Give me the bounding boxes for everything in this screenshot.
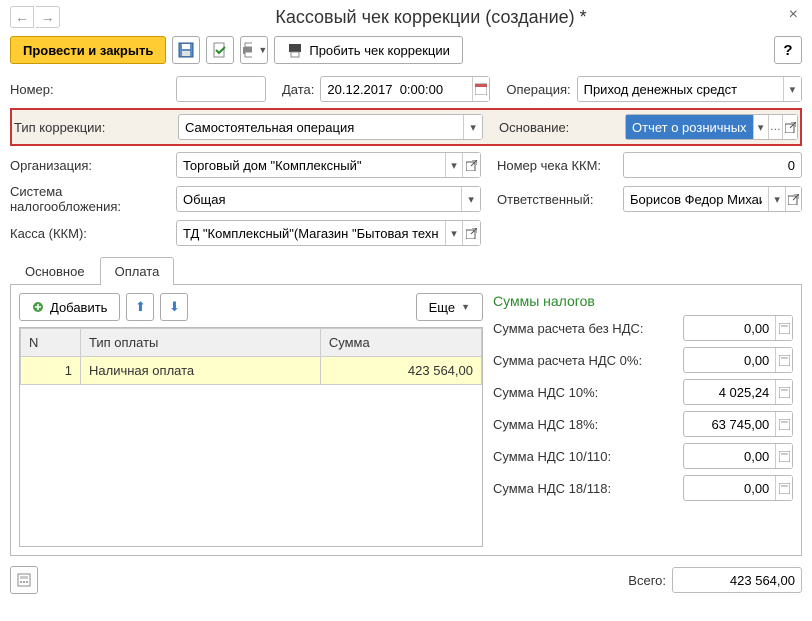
dropdown-icon: ▼ <box>461 302 470 312</box>
date-input[interactable] <box>320 76 490 102</box>
tax-label: Сумма НДС 18/118: <box>493 481 679 496</box>
responsible-select[interactable]: ▾ <box>623 186 802 212</box>
plus-icon <box>32 301 44 313</box>
post-button[interactable] <box>206 36 234 64</box>
open-icon[interactable] <box>782 115 797 139</box>
correction-type-select[interactable]: ▾ <box>178 114 483 140</box>
date-label: Дата: <box>282 82 314 97</box>
taxes-title: Суммы налогов <box>493 293 793 309</box>
tabs: Основное Оплата <box>10 256 802 285</box>
number-input[interactable] <box>176 76 266 102</box>
col-sum[interactable]: Сумма <box>320 329 481 357</box>
dropdown-icon[interactable]: ▾ <box>463 115 482 139</box>
calendar-icon[interactable] <box>472 77 490 101</box>
tax-input[interactable] <box>683 347 793 373</box>
document-check-icon <box>212 42 228 58</box>
tax-input[interactable] <box>683 443 793 469</box>
move-up-button[interactable]: ⬆ <box>126 293 154 321</box>
total-input[interactable] <box>672 567 802 593</box>
calculator-icon[interactable] <box>775 316 792 340</box>
tax-label: Сумма расчета без НДС: <box>493 321 679 336</box>
basis-select[interactable]: ▾ … <box>625 114 798 140</box>
ellipsis-icon[interactable]: … <box>768 115 783 139</box>
dropdown-icon[interactable]: ▾ <box>445 153 463 177</box>
tax-row: Сумма расчета НДС 0%: <box>493 347 793 373</box>
tax-system-select[interactable]: ▾ <box>176 186 481 212</box>
total-label: Всего: <box>628 573 666 588</box>
open-icon[interactable] <box>785 187 801 211</box>
dropdown-icon[interactable]: ▾ <box>461 187 480 211</box>
post-and-close-button[interactable]: Провести и закрыть <box>10 36 166 64</box>
calculator-icon[interactable] <box>775 444 792 468</box>
tab-main[interactable]: Основное <box>10 257 100 285</box>
arrow-up-icon: ⬆ <box>135 299 146 315</box>
calculator-icon <box>17 573 31 587</box>
correction-row: Тип коррекции: ▾ Основание: ▾ … <box>10 108 802 146</box>
number-label: Номер: <box>10 82 170 97</box>
operation-select[interactable]: ▾ <box>577 76 802 102</box>
table-row[interactable]: 1 Наличная оплата 423 564,00 <box>21 357 482 385</box>
tax-row: Сумма НДС 18/118: <box>493 475 793 501</box>
col-type[interactable]: Тип оплаты <box>81 329 321 357</box>
calculator-icon[interactable] <box>775 380 792 404</box>
tax-system-label: Система налогообложения: <box>10 184 170 214</box>
tax-input[interactable] <box>683 315 793 341</box>
dropdown-icon[interactable]: ▾ <box>445 221 463 245</box>
more-button[interactable]: Еще ▼ <box>416 293 483 321</box>
tax-input[interactable] <box>683 379 793 405</box>
tax-label: Сумма НДС 18%: <box>493 417 679 432</box>
tax-input[interactable] <box>683 411 793 437</box>
print-correction-button[interactable]: Пробить чек коррекции <box>274 36 463 64</box>
open-icon[interactable] <box>462 153 480 177</box>
tax-input[interactable] <box>683 475 793 501</box>
printer-icon <box>241 42 252 58</box>
move-down-button[interactable]: ⬇ <box>160 293 188 321</box>
arrow-down-icon: ⬇ <box>169 299 180 315</box>
tax-label: Сумма НДС 10/110: <box>493 449 679 464</box>
kkm-number-input[interactable] <box>623 152 802 178</box>
calculator-icon[interactable] <box>775 348 792 372</box>
tax-row: Сумма НДС 10/110: <box>493 443 793 469</box>
tax-label: Сумма расчета НДС 0%: <box>493 353 679 368</box>
operation-label: Операция: <box>506 82 570 97</box>
dropdown-icon[interactable]: ▾ <box>753 115 768 139</box>
nav-back-button[interactable]: ← <box>10 6 34 28</box>
nav-forward-button[interactable]: → <box>36 6 60 28</box>
correction-type-label: Тип коррекции: <box>14 120 172 135</box>
kkm-select[interactable]: ▾ <box>176 220 481 246</box>
dropdown-icon: ▼ <box>258 45 267 55</box>
calculator-icon[interactable] <box>775 476 792 500</box>
calculator-icon[interactable] <box>775 412 792 436</box>
basis-label: Основание: <box>499 120 619 135</box>
footer-calc-button[interactable] <box>10 566 38 594</box>
help-button[interactable]: ? <box>774 36 802 64</box>
responsible-label: Ответственный: <box>497 192 617 207</box>
dropdown-icon[interactable]: ▾ <box>783 77 801 101</box>
payment-table[interactable]: N Тип оплаты Сумма 1 Наличная оплата 423… <box>20 328 482 385</box>
tax-label: Сумма НДС 10%: <box>493 385 679 400</box>
add-button[interactable]: Добавить <box>19 293 120 321</box>
save-icon <box>178 42 194 58</box>
dropdown-icon[interactable]: ▾ <box>768 187 784 211</box>
kkm-label: Касса (ККМ): <box>10 226 170 241</box>
save-button[interactable] <box>172 36 200 64</box>
kkm-number-label: Номер чека ККМ: <box>497 158 617 173</box>
tax-row: Сумма НДС 10%: <box>493 379 793 405</box>
print-menu-button[interactable]: ▼ <box>240 36 268 64</box>
open-icon[interactable] <box>462 221 480 245</box>
org-select[interactable]: ▾ <box>176 152 481 178</box>
receipt-icon <box>287 42 303 58</box>
col-n[interactable]: N <box>21 329 81 357</box>
tax-row: Сумма расчета без НДС: <box>493 315 793 341</box>
page-title: Кассовый чек коррекции (создание) * <box>60 7 802 28</box>
tab-payment[interactable]: Оплата <box>100 257 175 285</box>
org-label: Организация: <box>10 158 170 173</box>
close-icon[interactable]: × <box>785 6 802 24</box>
tax-row: Сумма НДС 18%: <box>493 411 793 437</box>
